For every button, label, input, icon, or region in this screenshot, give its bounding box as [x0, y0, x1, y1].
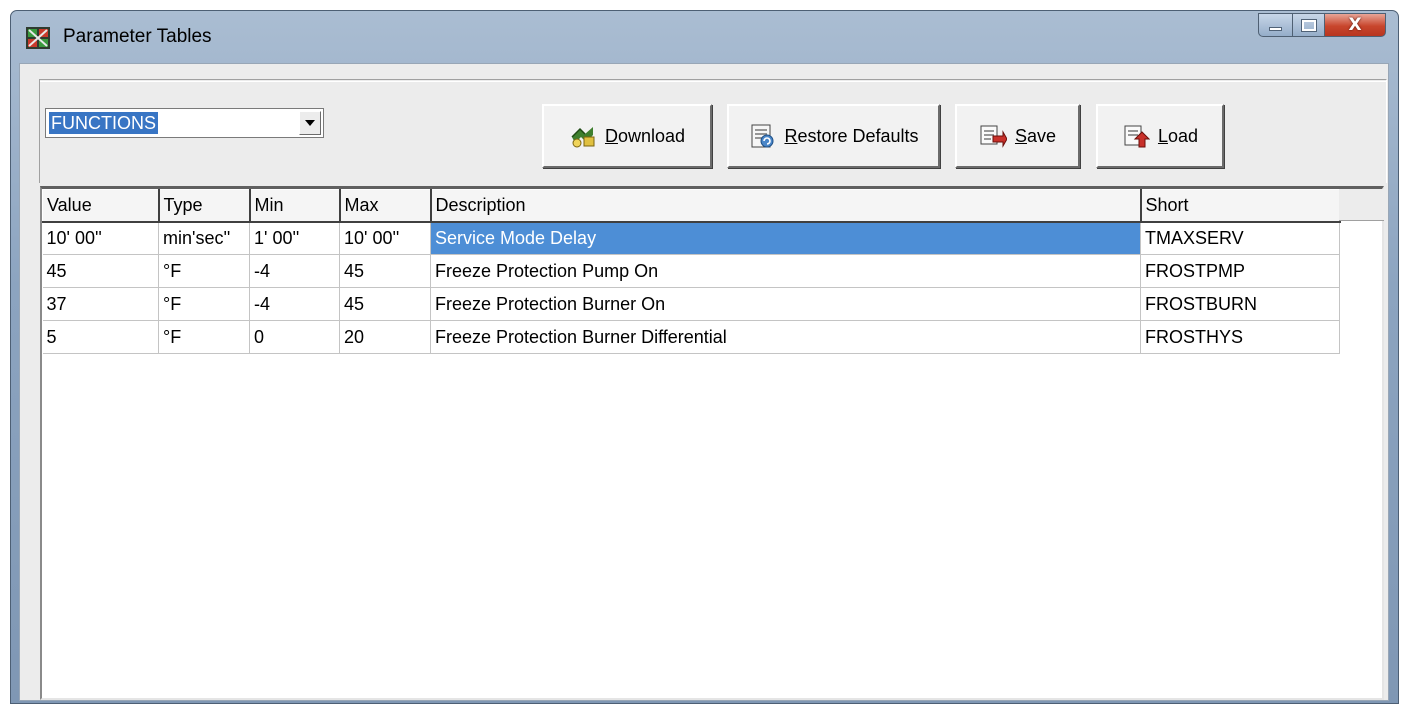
minimize-button[interactable] — [1258, 13, 1292, 37]
close-icon: X — [1348, 15, 1362, 35]
save-button[interactable]: Save — [955, 104, 1080, 168]
header-row: Value Type Min Max Description Short — [42, 189, 1341, 223]
cell-value[interactable]: 45 — [42, 254, 159, 288]
parameter-grid[interactable]: Value Type Min Max Description Short 10'… — [40, 186, 1384, 700]
cell-min[interactable]: -4 — [249, 254, 340, 288]
cell-min[interactable]: 1' 00'' — [249, 221, 340, 255]
column-header-value[interactable]: Value — [42, 189, 160, 223]
dropdown-arrow-button[interactable] — [299, 111, 321, 135]
cell-value[interactable]: 5 — [42, 320, 159, 354]
download-label: Download — [604, 125, 686, 146]
load-button[interactable]: Load — [1096, 104, 1224, 168]
column-header-description[interactable]: Description — [430, 189, 1142, 223]
client-area: FUNCTIONS Download Restore Defaults Save… — [19, 63, 1389, 701]
cell-type[interactable]: °F — [158, 320, 250, 354]
title-bar[interactable]: Parameter Tables X — [11, 11, 1398, 63]
cell-max[interactable]: 45 — [339, 254, 431, 288]
column-header-max[interactable]: Max — [339, 189, 432, 223]
cell-min[interactable]: 0 — [249, 320, 340, 354]
column-header-min[interactable]: Min — [249, 189, 341, 223]
restore-defaults-label: Restore Defaults — [784, 125, 919, 146]
restore-defaults-icon — [748, 123, 776, 149]
table-select-value: FUNCTIONS — [49, 112, 158, 134]
cell-value[interactable]: 37 — [42, 287, 159, 321]
table-row[interactable]: 45 °F -4 45 Freeze Protection Pump On FR… — [42, 254, 1340, 288]
table-row[interactable]: 37 °F -4 45 Freeze Protection Burner On … — [42, 287, 1340, 321]
load-label: Load — [1157, 125, 1199, 146]
cell-max[interactable]: 20 — [339, 320, 431, 354]
save-icon — [979, 123, 1008, 149]
column-header-short[interactable]: Short — [1140, 189, 1341, 223]
load-icon — [1122, 123, 1151, 149]
cell-description[interactable]: Service Mode Delay — [430, 221, 1141, 255]
table-row[interactable]: 5 °F 0 20 Freeze Protection Burner Diffe… — [42, 320, 1340, 354]
maximize-icon — [1300, 18, 1317, 32]
restore-defaults-button[interactable]: Restore Defaults — [727, 104, 940, 168]
parameter-tables-window: Parameter Tables X FUNCTIONS Download Re… — [10, 10, 1399, 704]
cell-max[interactable]: 45 — [339, 287, 431, 321]
cell-description[interactable]: Freeze Protection Pump On — [430, 254, 1141, 288]
maximize-button[interactable] — [1292, 13, 1324, 37]
save-label: Save — [1014, 125, 1057, 146]
download-icon — [569, 123, 597, 149]
cell-short[interactable]: FROSTPMP — [1140, 254, 1340, 288]
cell-max[interactable]: 10' 00'' — [339, 221, 431, 255]
table-select-dropdown[interactable]: FUNCTIONS — [45, 108, 324, 138]
window-title: Parameter Tables — [63, 26, 212, 47]
cell-type[interactable]: °F — [158, 287, 250, 321]
column-header-type[interactable]: Type — [158, 189, 251, 223]
cell-description[interactable]: Freeze Protection Burner On — [430, 287, 1141, 321]
window-controls: X — [1258, 13, 1386, 37]
parameter-table: Value Type Min Max Description Short 10'… — [42, 189, 1341, 354]
app-grid-icon — [26, 27, 50, 49]
header-gutter — [1339, 189, 1384, 221]
chevron-down-icon — [305, 120, 315, 126]
cell-type[interactable]: °F — [158, 254, 250, 288]
cell-value[interactable]: 10' 00'' — [42, 221, 159, 255]
cell-description[interactable]: Freeze Protection Burner Differential — [430, 320, 1141, 354]
download-button[interactable]: Download — [542, 104, 712, 168]
cell-short[interactable]: FROSTHYS — [1140, 320, 1340, 354]
cell-short[interactable]: TMAXSERV — [1140, 221, 1340, 255]
close-button[interactable]: X — [1324, 13, 1386, 37]
cell-type[interactable]: min'sec'' — [158, 221, 250, 255]
cell-short[interactable]: FROSTBURN — [1140, 287, 1340, 321]
minimize-icon — [1269, 27, 1282, 31]
table-row[interactable]: 10' 00'' min'sec'' 1' 00'' 10' 00'' Serv… — [42, 221, 1340, 255]
cell-min[interactable]: -4 — [249, 287, 340, 321]
